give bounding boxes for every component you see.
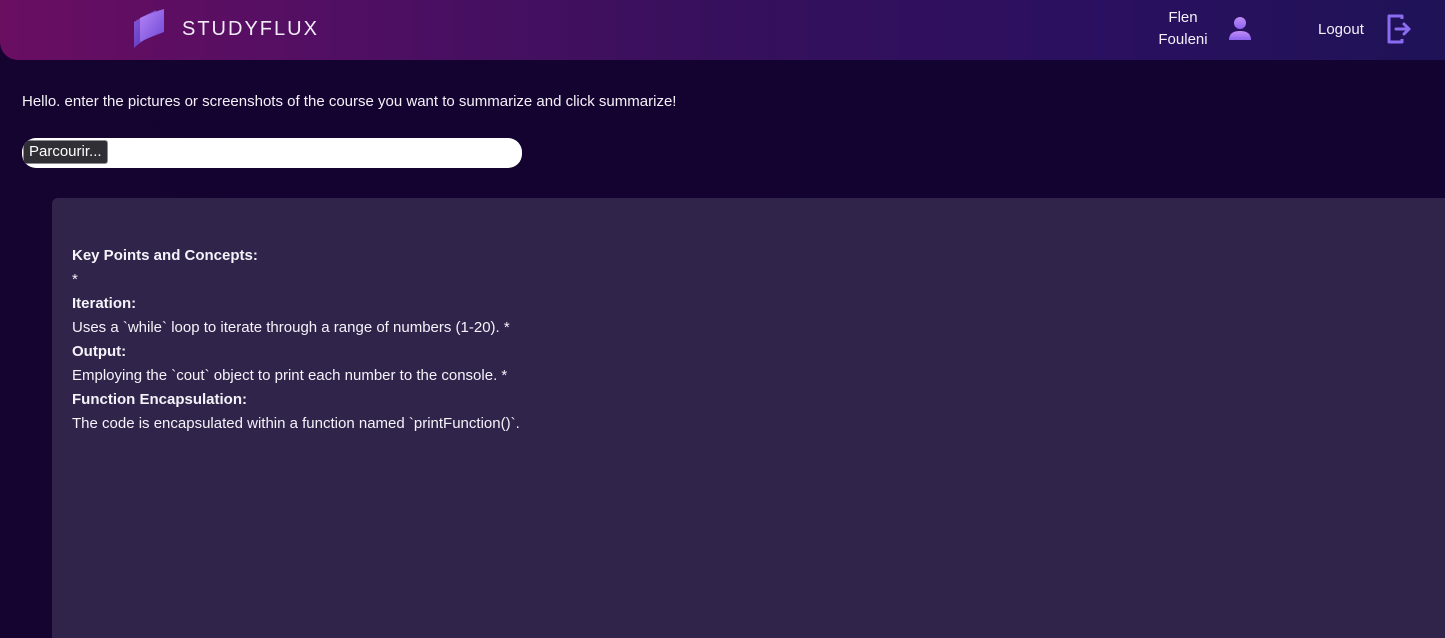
user-first-name: Flen: [1168, 9, 1198, 26]
logout-label: Logout: [1318, 20, 1364, 38]
summary-heading-key-points: Key Points and Concepts:: [72, 247, 258, 264]
user-name: Flen Fouleni: [1150, 7, 1216, 51]
summary-text: Key Points and Concepts: * Iteration: Us…: [72, 244, 520, 436]
browse-button[interactable]: Parcourir...: [23, 140, 108, 164]
user-last-name: Fouleni: [1158, 31, 1208, 48]
logout-icon: [1387, 14, 1411, 44]
file-upload-input[interactable]: Parcourir...: [22, 138, 522, 168]
logout-button[interactable]: Logout: [1318, 12, 1412, 46]
user-icon: [1229, 17, 1251, 40]
summary-line-iteration: Uses a `while` loop to iterate through a…: [72, 319, 510, 336]
brand-logo-link[interactable]: STUDYFLUX: [130, 8, 319, 50]
summary-heading-output: Output:: [72, 343, 127, 360]
intro-instructions: Hello. enter the pictures or screenshots…: [22, 93, 677, 110]
top-navbar: STUDYFLUX Flen Fouleni Logout: [0, 0, 1445, 60]
summary-panel: Key Points and Concepts: * Iteration: Us…: [52, 198, 1445, 638]
brand-name: STUDYFLUX: [182, 17, 319, 40]
summary-bullet: *: [72, 271, 78, 288]
summary-heading-iteration: Iteration:: [72, 295, 137, 312]
page: STUDYFLUX Flen Fouleni Logout Hello. ent…: [0, 0, 1445, 638]
summary-line-output: Employing the `cout` object to print eac…: [72, 367, 508, 384]
studyflux-logo-icon: [134, 9, 164, 48]
summary-heading-function-encapsulation: Function Encapsulation:: [72, 391, 247, 408]
summary-line-function-encapsulation: The code is encapsulated within a functi…: [72, 415, 520, 432]
user-profile[interactable]: Flen Fouleni: [1150, 6, 1270, 52]
